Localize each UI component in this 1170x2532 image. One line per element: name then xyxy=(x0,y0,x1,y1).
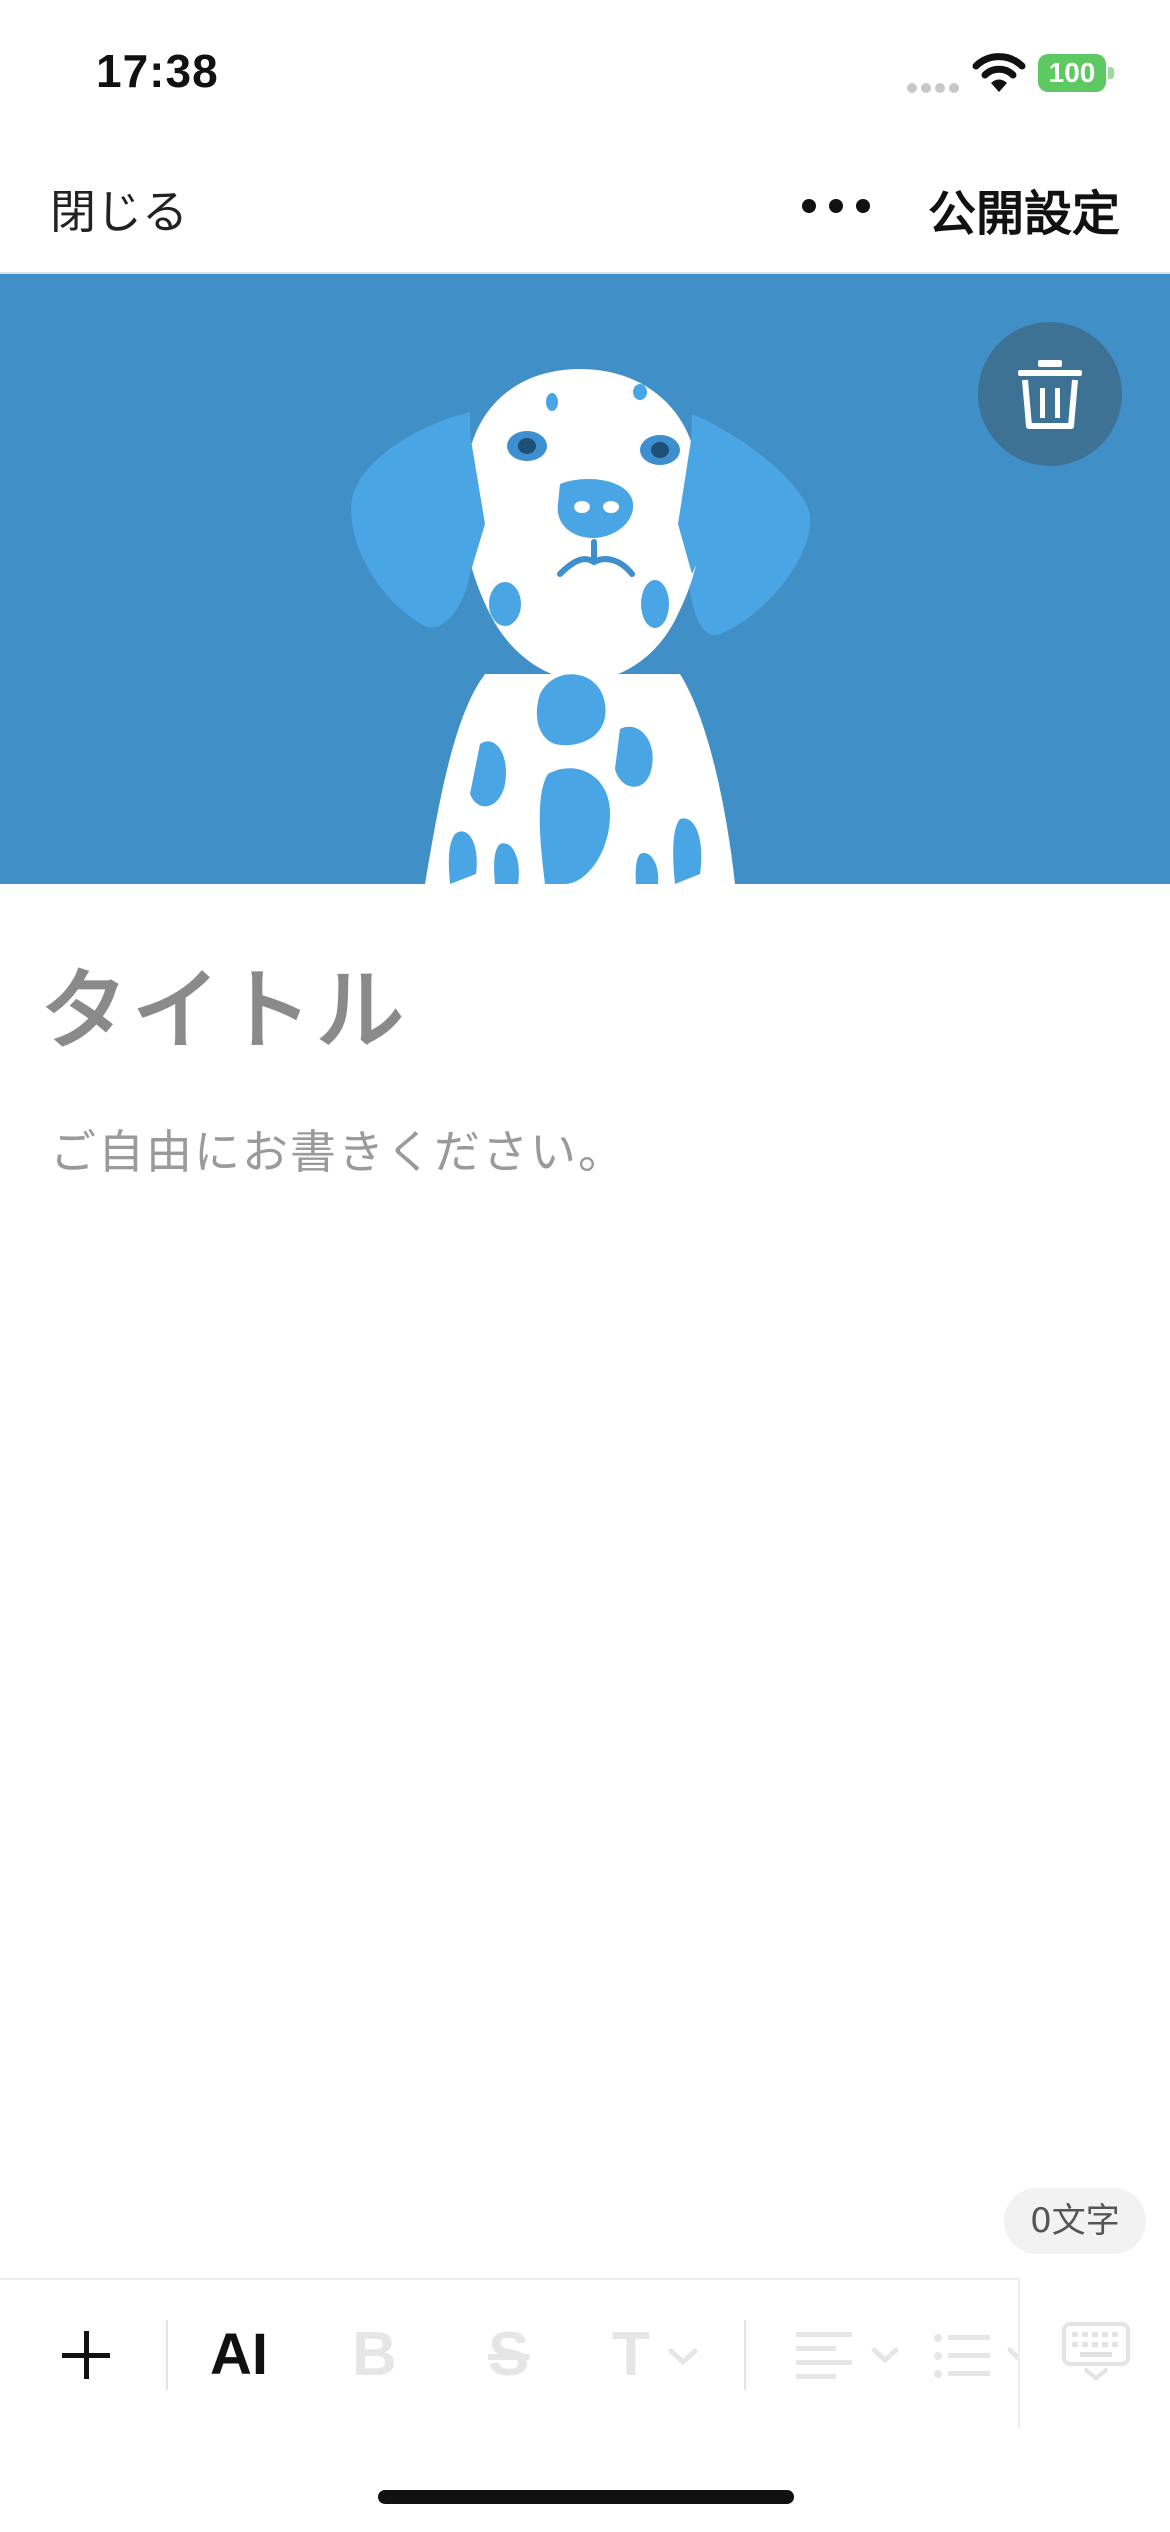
align-button[interactable] xyxy=(796,2280,906,2430)
nav-bar: 閉じる 公開設定 xyxy=(0,140,1170,274)
bold-button[interactable]: B xyxy=(352,2280,412,2430)
keyboard-hide-icon xyxy=(1062,2322,1130,2381)
text-style-button[interactable]: T xyxy=(612,2280,702,2430)
list-button[interactable] xyxy=(934,2280,1018,2430)
more-dots-icon[interactable] xyxy=(800,180,872,230)
ai-button[interactable]: AI xyxy=(210,2280,290,2430)
chevron-down-icon xyxy=(668,2348,698,2366)
char-count-badge: 0文字 xyxy=(1004,2188,1146,2254)
trash-icon xyxy=(1018,360,1082,429)
align-left-icon xyxy=(796,2332,899,2379)
wifi-icon xyxy=(972,53,1026,92)
strikethrough-button[interactable]: S xyxy=(488,2280,548,2430)
hide-keyboard-button[interactable] xyxy=(1018,2278,1170,2428)
status-bar: 17:38 100 xyxy=(0,0,1170,140)
editor-toolbar: AI B S T xyxy=(0,2278,1170,2428)
toolbar-divider xyxy=(166,2320,168,2390)
text-style-label: T xyxy=(612,2320,650,2389)
battery-level: 100 xyxy=(1048,57,1096,88)
toolbar-divider xyxy=(744,2320,746,2390)
close-button[interactable]: 閉じる xyxy=(50,176,188,242)
signal-icon xyxy=(907,83,959,93)
plus-icon[interactable] xyxy=(52,2280,120,2430)
body-input[interactable]: ご自由にお書きください。 xyxy=(50,1116,626,1182)
home-indicator[interactable] xyxy=(378,2490,794,2504)
bullet-list-icon xyxy=(934,2334,1018,2378)
status-time: 17:38 xyxy=(96,45,219,97)
battery-icon: 100 xyxy=(1038,54,1114,92)
title-input[interactable]: タイトル xyxy=(40,940,408,1067)
publish-settings-button[interactable]: 公開設定 xyxy=(928,174,1120,244)
delete-image-button[interactable] xyxy=(978,322,1122,466)
header-image[interactable] xyxy=(0,274,1170,884)
